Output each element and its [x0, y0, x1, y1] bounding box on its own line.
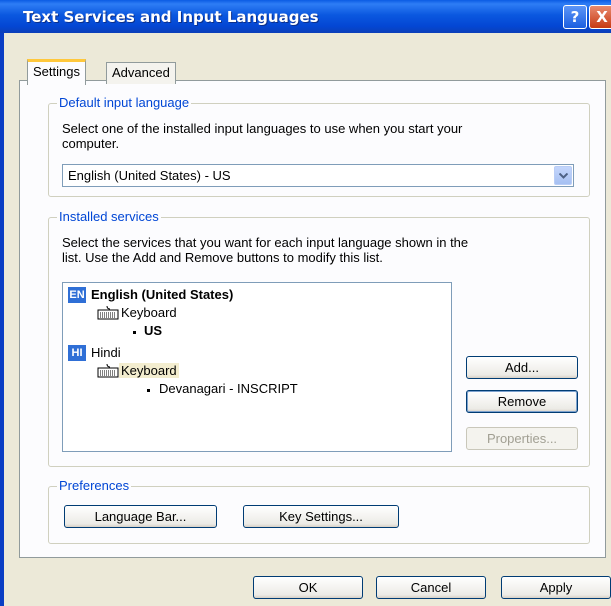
keyboard-icon	[97, 364, 119, 378]
preferences-legend: Preferences	[57, 478, 132, 493]
title-bar[interactable]: Text Services and Input Languages ? X	[0, 0, 611, 33]
tab-settings[interactable]: Settings	[27, 59, 86, 85]
installed-services-legend: Installed services	[57, 209, 161, 224]
layout-devanagari[interactable]: Devanagari - INSCRIPT	[159, 381, 298, 396]
tab-advanced[interactable]: Advanced	[106, 62, 176, 84]
help-button[interactable]: ?	[563, 5, 587, 29]
window-title: Text Services and Input Languages	[23, 8, 319, 26]
default-language-legend: Default input language	[57, 95, 192, 110]
language-bar-button[interactable]: Language Bar...	[64, 505, 217, 528]
keyboard-icon	[97, 306, 119, 320]
close-button[interactable]: X	[589, 5, 611, 29]
add-button[interactable]: Add...	[466, 356, 578, 379]
chevron-down-icon[interactable]	[554, 166, 572, 185]
language-badge-hi: HI	[68, 345, 86, 361]
installed-services-description: Select the services that you want for ea…	[62, 235, 469, 265]
default-language-description: Select one of the installed input langua…	[62, 121, 463, 151]
window-frame	[0, 33, 4, 606]
apply-button[interactable]: Apply	[501, 576, 611, 599]
language-badge-en: EN	[68, 287, 86, 303]
ok-button[interactable]: OK	[253, 576, 363, 599]
properties-button[interactable]: Properties...	[466, 427, 578, 450]
service-keyboard-hi[interactable]: Keyboard	[119, 363, 179, 378]
layout-us[interactable]: US	[144, 323, 162, 338]
default-language-dropdown[interactable]: English (United States) - US	[62, 164, 574, 187]
remove-button[interactable]: Remove	[466, 390, 578, 413]
default-language-value: English (United States) - US	[68, 168, 231, 183]
cancel-button[interactable]: Cancel	[376, 576, 486, 599]
language-name-hi[interactable]: Hindi	[91, 345, 121, 360]
key-settings-button[interactable]: Key Settings...	[243, 505, 399, 528]
services-list[interactable]: EN English (United States) Keyboard US H…	[62, 282, 452, 452]
bullet-icon	[147, 389, 150, 392]
language-name-en[interactable]: English (United States)	[91, 287, 233, 302]
bullet-icon	[133, 331, 136, 334]
service-keyboard-en[interactable]: Keyboard	[121, 305, 177, 320]
